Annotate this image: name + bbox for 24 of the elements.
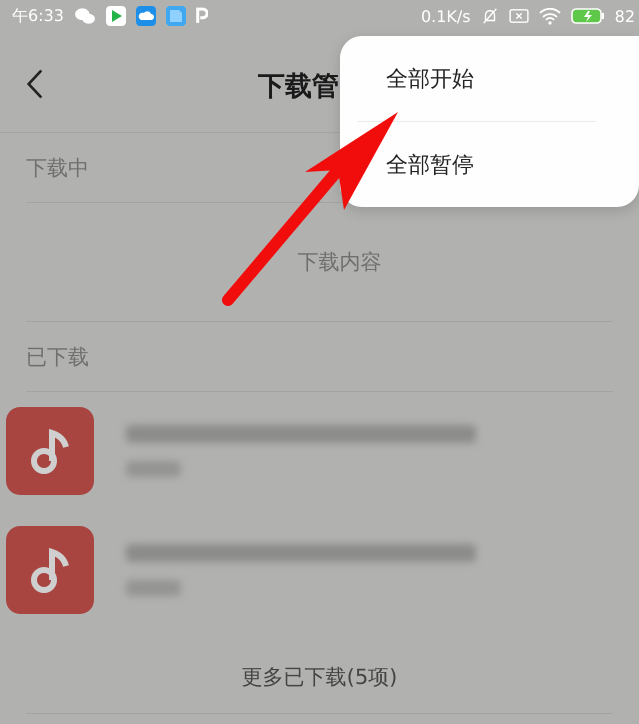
menu-item[interactable]: 全部开始	[386, 64, 474, 94]
page-title: 下载管	[258, 70, 339, 104]
muted-bell-icon	[480, 7, 499, 25]
network-speed: 0.1K/s	[420, 6, 471, 26]
app-icon	[166, 6, 186, 26]
sim-icon	[508, 8, 529, 24]
section-label: 已下载	[26, 344, 89, 370]
wifi-icon	[538, 7, 561, 25]
section-label: 下载中	[26, 154, 89, 182]
menu-item[interactable]: 全部暂停	[386, 150, 474, 180]
blurred-text	[126, 461, 181, 477]
blurred-text	[126, 580, 181, 596]
empty-message: 下载内容	[298, 249, 382, 276]
status-time: 午6:33	[12, 6, 64, 26]
music-note-icon	[6, 526, 94, 614]
cloud-icon	[136, 6, 156, 26]
parking-icon	[196, 7, 208, 25]
play-icon	[106, 6, 126, 26]
chat-icon	[74, 7, 96, 25]
back-icon[interactable]	[26, 68, 44, 100]
battery-level: 82	[614, 6, 635, 26]
more-downloads-link[interactable]: 更多已下载(5项)	[242, 663, 398, 691]
battery-icon	[570, 7, 605, 25]
music-note-icon	[6, 407, 94, 495]
